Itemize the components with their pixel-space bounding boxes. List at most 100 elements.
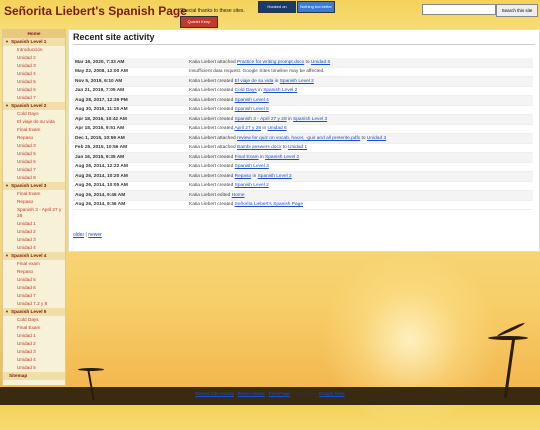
sidebar-group-label: Spanish Level 1 (10, 39, 47, 44)
activity-parent-link[interactable]: Unidad 6 (267, 126, 286, 131)
sidebar-item[interactable]: Introducción (3, 46, 65, 54)
sidebar-item[interactable]: Unidad 4 (3, 356, 65, 364)
sidebar-group-level-3[interactable]: ▼ Spanish Level 3 (3, 182, 65, 190)
sidebar-item[interactable]: Unidad 1 (3, 332, 65, 340)
sidebar-item[interactable]: Repaso (3, 134, 65, 142)
activity-text: Katia Liebert created (189, 154, 234, 160)
sidebar-item[interactable]: Unidad 6 (3, 158, 65, 166)
collapse-triangle-icon[interactable]: ▼ (5, 309, 9, 314)
table-row: Aug 28, 2017, 12:39 PM Katia Liebert crea… (73, 95, 533, 106)
sidebar-item[interactable]: Unidad 4 (3, 244, 65, 252)
sidebar-item[interactable]: Unidad 1 (3, 220, 65, 228)
site-title[interactable]: Señorita Liebert's Spanish Page (4, 4, 187, 18)
sidebar-item[interactable]: Unidad 7 (3, 166, 65, 174)
sidebar-item-home[interactable]: Home (3, 30, 65, 38)
collapse-triangle-icon[interactable]: ▼ (5, 39, 9, 44)
partner-badge[interactable]: Hooked on (258, 1, 296, 13)
collapse-triangle-icon[interactable]: ▼ (5, 103, 9, 108)
sidebar-item[interactable]: Unidad 6 (3, 284, 65, 292)
activity-date: Aug 26, 2014, 9:36 AM (73, 200, 187, 210)
older-link[interactable]: older (73, 232, 84, 238)
sidebar-item[interactable]: Unidad 5 (3, 364, 65, 372)
sidebar-item[interactable]: Final exam (3, 260, 65, 268)
activity-target-link[interactable]: Señorita Liebert's Spanish Page (235, 202, 303, 207)
activity-target-link[interactable]: Home (232, 193, 245, 198)
activity-parent-link[interactable]: Spanish Level 2 (265, 155, 299, 160)
activity-parent-link[interactable]: Unidad 6 (311, 60, 330, 65)
activity-description: Insufficient data request. Google Sites … (187, 67, 533, 77)
sidebar-item[interactable]: Final Exam (3, 126, 65, 134)
sidebar-item[interactable]: Unidad 3 (3, 142, 65, 150)
activity-target-link[interactable]: Cold Days (235, 88, 257, 93)
partner-badge[interactable]: Nothing but better (297, 1, 335, 13)
sidebar-item[interactable]: Spanish 3 - April 27 y 28 (3, 206, 65, 220)
activity-target-link[interactable]: Spanish Level 5 (235, 107, 269, 112)
activity-preposition: in (258, 88, 262, 94)
activity-parent-link[interactable]: Spanish Level 2 (280, 79, 314, 84)
activity-target-link[interactable]: Spanish Level 2 (235, 183, 269, 188)
activity-text: Katia Liebert attached (189, 145, 236, 151)
activity-description: Katia Liebert created El viaje de su vid… (187, 76, 533, 87)
search-input[interactable] (422, 4, 496, 15)
sidebar-item[interactable]: Unidad 7 (3, 94, 65, 102)
activity-target-link[interactable]: Spanish 3 - April 27 y 28 (235, 117, 287, 122)
activity-parent-link[interactable]: Unidad 3 (367, 136, 386, 141)
sidebar-item[interactable]: Unidad 3 (3, 62, 65, 70)
sidebar-item[interactable]: Unidad 5 (3, 78, 65, 86)
sidebar-item[interactable]: Repaso (3, 198, 65, 206)
quizlet-badge[interactable]: Quizlet Keep learning (180, 16, 218, 34)
sidebar-item[interactable]: Unidad 7.2 y 8 (3, 300, 65, 308)
sidebar-item[interactable]: Final Exam (3, 324, 65, 332)
activity-parent-link[interactable]: Spanish Level 2 (258, 174, 292, 179)
sidebar-item[interactable]: Unidad 7 (3, 292, 65, 300)
sidebar-item[interactable]: Unidad 2 (3, 54, 65, 62)
sidebar-item[interactable]: Unidad 2 (3, 340, 65, 348)
sidebar-item[interactable]: Final Exam (3, 190, 65, 198)
activity-description: Katia Liebert created Spanish Level 4 (187, 95, 533, 106)
sidebar-item[interactable]: Cold Days (3, 110, 65, 118)
sidebar-item[interactable]: El viaje de su vida (3, 118, 65, 126)
activity-target-link[interactable]: Bambi answers.docx (237, 145, 281, 150)
sidebar-group-level-2[interactable]: ▼ Spanish Level 2 (3, 102, 65, 110)
activity-target-link[interactable]: Spanish Level 4 (235, 98, 269, 103)
activity-parent-link[interactable]: Unidad 1 (288, 145, 307, 150)
activity-parent-link[interactable]: Spanish Level 2 (263, 88, 297, 93)
sidebar-item[interactable]: Unidad 8 (3, 174, 65, 182)
activity-target-link[interactable]: review for quiz on vocab, hacer, -guir a… (237, 136, 360, 141)
sidebar-item[interactable]: Unidad 4 (3, 70, 65, 78)
sidebar-item[interactable]: Unidad 3 (3, 236, 65, 244)
sidebar-item[interactable]: Unidad 2 (3, 228, 65, 236)
activity-target-link[interactable]: April 27 y 28 (234, 126, 261, 131)
table-row: Aug 26, 2014, 9:46 AM Katia Liebert edite… (73, 190, 533, 201)
collapse-triangle-icon[interactable]: ▼ (5, 253, 9, 258)
activity-date: Dec 1, 2015, 10:59 AM (73, 133, 187, 144)
activity-target-link[interactable]: Spanish Level 3 (235, 164, 269, 169)
sidebar-item[interactable]: Unidad 3 (3, 348, 65, 356)
sidebar-item[interactable]: Cold Days (3, 316, 65, 324)
footer-recent-activity-link[interactable]: Recent Site Activity (195, 391, 234, 396)
activity-target-link[interactable]: Repaso (235, 174, 252, 179)
activity-text: Katia Liebert created (189, 173, 234, 179)
activity-parent-link[interactable]: Spanish Level 3 (293, 117, 327, 122)
sidebar-item[interactable]: Repaso (3, 268, 65, 276)
activity-date: Apr 18, 2016, 9:51 AM (73, 124, 187, 134)
sidebar-item-sitemap[interactable]: Sitemap (3, 372, 65, 380)
footer-google-sites-link[interactable]: Google Sites (319, 391, 345, 396)
sidebar-item[interactable]: Unidad 5 (3, 276, 65, 284)
activity-target-link[interactable]: Final Exam (235, 155, 259, 160)
sidebar-item[interactable]: Unidad 5 (3, 150, 65, 158)
activity-target-link[interactable]: Practice for writing prompt.docx (237, 60, 304, 65)
sidebar-group-level-1[interactable]: ▼ Spanish Level 1 (3, 38, 65, 46)
newer-link[interactable]: newer (88, 232, 102, 238)
table-row: Mar 16, 2020, 7:33 AM Katia Liebert attac… (73, 58, 533, 68)
activity-date: Aug 26, 2014, 12:22 AM (73, 162, 187, 172)
activity-target-link[interactable]: El viaje de su vida (235, 79, 274, 84)
sidebar-item[interactable]: Unidad 6 (3, 86, 65, 94)
sidebar-group-level-4[interactable]: ▼ Spanish Level 4 (3, 252, 65, 260)
footer-print-page-link[interactable]: Print Page (269, 391, 290, 396)
search-button[interactable]: Search this site (496, 4, 538, 17)
footer-report-abuse-link[interactable]: Report Abuse (238, 391, 265, 396)
collapse-triangle-icon[interactable]: ▼ (5, 183, 9, 188)
activity-description: Katia Liebert attached review for quiz o… (187, 133, 533, 144)
sidebar-group-level-5[interactable]: ▼ Spanish Level 5 (3, 308, 65, 316)
